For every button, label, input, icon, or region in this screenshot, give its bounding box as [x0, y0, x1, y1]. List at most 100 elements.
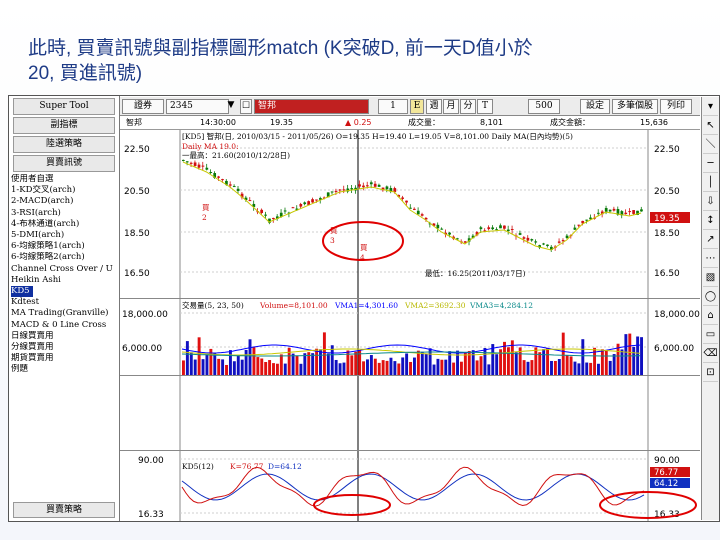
- bars-input[interactable]: 500: [528, 99, 560, 114]
- quote-change: ▲ 0.25: [345, 116, 372, 129]
- sidebar-button-trade-strategy[interactable]: 買賣策略: [13, 502, 115, 518]
- volume-bar: [425, 354, 428, 375]
- period-week-button[interactable]: 週: [426, 99, 442, 114]
- signal-list-item[interactable]: 6-均線策略1(arch): [11, 241, 117, 252]
- lock-toggle-icon[interactable]: ☐: [240, 99, 252, 114]
- candlestick: [233, 184, 236, 187]
- signal-list-item[interactable]: Heikin Ashi: [11, 275, 117, 286]
- signal-list-item[interactable]: MACD & 0 Line Cross: [11, 320, 117, 331]
- empty-indicator-panel[interactable]: [120, 376, 700, 451]
- volume-bar: [386, 361, 389, 375]
- volume-bar: [245, 350, 248, 375]
- signal-list-item[interactable]: MA Trading(Granville): [11, 308, 117, 319]
- volume-bar: [311, 353, 314, 375]
- candlestick: [417, 207, 420, 214]
- e-button[interactable]: E: [410, 99, 424, 114]
- drawing-tool-icon[interactable]: ↗: [703, 232, 718, 249]
- candlestick: [487, 225, 490, 230]
- k-line: [182, 467, 644, 506]
- sidebar-button-sub-indicator[interactable]: 副指標: [13, 117, 115, 134]
- signal-list-item[interactable]: 例題: [11, 364, 117, 375]
- signal-list-item[interactable]: 1-KD交叉(arch): [11, 185, 117, 196]
- sidebar: Super Tool 副指標 陸選策略 買賣訊號 使用者自選1-KD交叉(arc…: [9, 96, 120, 521]
- candlestick: [495, 227, 498, 230]
- signal-list-item[interactable]: 3-RSI(arch): [11, 208, 117, 219]
- drawing-tool-icon[interactable]: ⇩: [703, 194, 718, 211]
- signal-list-item[interactable]: 使用者自選: [11, 174, 117, 185]
- drawing-tool-icon[interactable]: │: [703, 175, 718, 192]
- signal-list-item[interactable]: 6-均線策略2(arch): [11, 252, 117, 263]
- highest-price-label: 一最高：21.60(2010/12/28日): [182, 150, 290, 160]
- candlestick: [362, 183, 365, 191]
- candlestick: [249, 197, 252, 201]
- volume-bar: [190, 352, 193, 375]
- candlestick: [511, 226, 514, 234]
- category-select[interactable]: 證券: [122, 99, 164, 114]
- kd-chart-panel[interactable]: KD5(12) K=76.77 D=64.12 90.00 16.33 90.0…: [120, 451, 700, 521]
- drawing-tool-icon[interactable]: ⊡: [703, 365, 718, 382]
- volume-bar: [241, 360, 244, 375]
- volume-bar: [237, 355, 240, 375]
- drawing-tool-icon[interactable]: ⋯: [703, 251, 718, 268]
- volume-bar: [299, 364, 302, 375]
- volume-bar: [527, 362, 530, 375]
- drawing-tool-icon[interactable]: ⌂: [703, 308, 718, 325]
- volume-bar: [323, 332, 326, 375]
- k-value-tag-text: 76.77: [654, 468, 678, 478]
- candlestick: [440, 227, 443, 229]
- period-tick-button[interactable]: T: [477, 99, 493, 114]
- volume-bar: [390, 358, 393, 375]
- drawing-tool-icon[interactable]: ↖: [703, 118, 718, 135]
- period-minute-button[interactable]: 分: [460, 99, 476, 114]
- drawing-tool-icon[interactable]: ＼: [703, 137, 718, 154]
- drawing-tool-icon[interactable]: ▧: [703, 270, 718, 287]
- print-button[interactable]: 列印: [660, 99, 692, 114]
- sidebar-button-super-tool[interactable]: Super Tool: [13, 98, 115, 115]
- d-value: D=64.12: [268, 462, 302, 471]
- sidebar-button-trade-signal[interactable]: 買賣訊號: [13, 155, 115, 172]
- settings-button[interactable]: 設定: [580, 99, 610, 114]
- volume-bar: [574, 362, 577, 375]
- volume-chart-panel[interactable]: 18,000.00 6,000.00 18,000.00 6,000.00 交易…: [120, 299, 700, 376]
- signal-list-item[interactable]: 期貨買賣用: [11, 353, 117, 364]
- drawing-tool-icon[interactable]: ↕: [703, 213, 718, 230]
- stock-code-input[interactable]: 2345: [166, 99, 229, 114]
- candlestick: [421, 213, 424, 217]
- signal-list-item[interactable]: Channel Cross Over / U: [11, 264, 117, 275]
- candlestick: [252, 201, 255, 211]
- slide-title: 此時, 買賣訊號與副指標圖形match (K突破D, 前一天D值小於 20, 買…: [28, 36, 718, 86]
- candlestick: [346, 185, 349, 193]
- volume-bar: [613, 354, 616, 375]
- drawing-tool-icon[interactable]: ─: [703, 156, 718, 173]
- drawing-tool-icon[interactable]: ◯: [703, 289, 718, 306]
- candlestick: [413, 207, 416, 210]
- signal-list-item[interactable]: 2-MACD(arch): [11, 196, 117, 207]
- price-y-tick-left-4: 16.50: [124, 269, 150, 279]
- period-month-button[interactable]: 月: [443, 99, 459, 114]
- daily-ma-line: [183, 162, 641, 250]
- drawing-tool-icon[interactable]: ▾: [703, 99, 718, 116]
- volume-bar: [339, 363, 342, 375]
- candlestick: [542, 243, 545, 245]
- volume-bar: [327, 354, 330, 375]
- price-chart-panel[interactable]: 22.50 20.50 18.50 16.50 22.50 20.50 18.5…: [120, 130, 700, 299]
- volume-bar: [182, 360, 185, 375]
- quote-price: 19.35: [270, 116, 293, 129]
- empty-indicator-area: [120, 376, 700, 450]
- multi-stock-button[interactable]: 多筆個股: [612, 99, 658, 114]
- signal-list-item[interactable]: KD5: [11, 286, 33, 297]
- volume-bar: [562, 333, 565, 375]
- signal-list-item[interactable]: 5-DMI(arch): [11, 230, 117, 241]
- signal-list-item[interactable]: 分線買賣用: [11, 342, 117, 353]
- sidebar-button-strategy-select[interactable]: 陸選策略: [13, 136, 115, 153]
- count-input[interactable]: 1: [378, 99, 408, 114]
- price-y-tick-right-3: 18.50: [654, 229, 680, 239]
- signal-list-item[interactable]: 4-布林通道(arch): [11, 219, 117, 230]
- drawing-tool-icon[interactable]: ▭: [703, 327, 718, 344]
- volume-bar: [628, 334, 631, 375]
- candlestick: [303, 201, 306, 205]
- code-dropdown-icon[interactable]: ▼: [226, 99, 236, 112]
- signal-list-item[interactable]: Kdtest: [11, 297, 117, 308]
- drawing-tool-icon[interactable]: ⌫: [703, 346, 718, 363]
- signal-list-item[interactable]: 日線買賣用: [11, 331, 117, 342]
